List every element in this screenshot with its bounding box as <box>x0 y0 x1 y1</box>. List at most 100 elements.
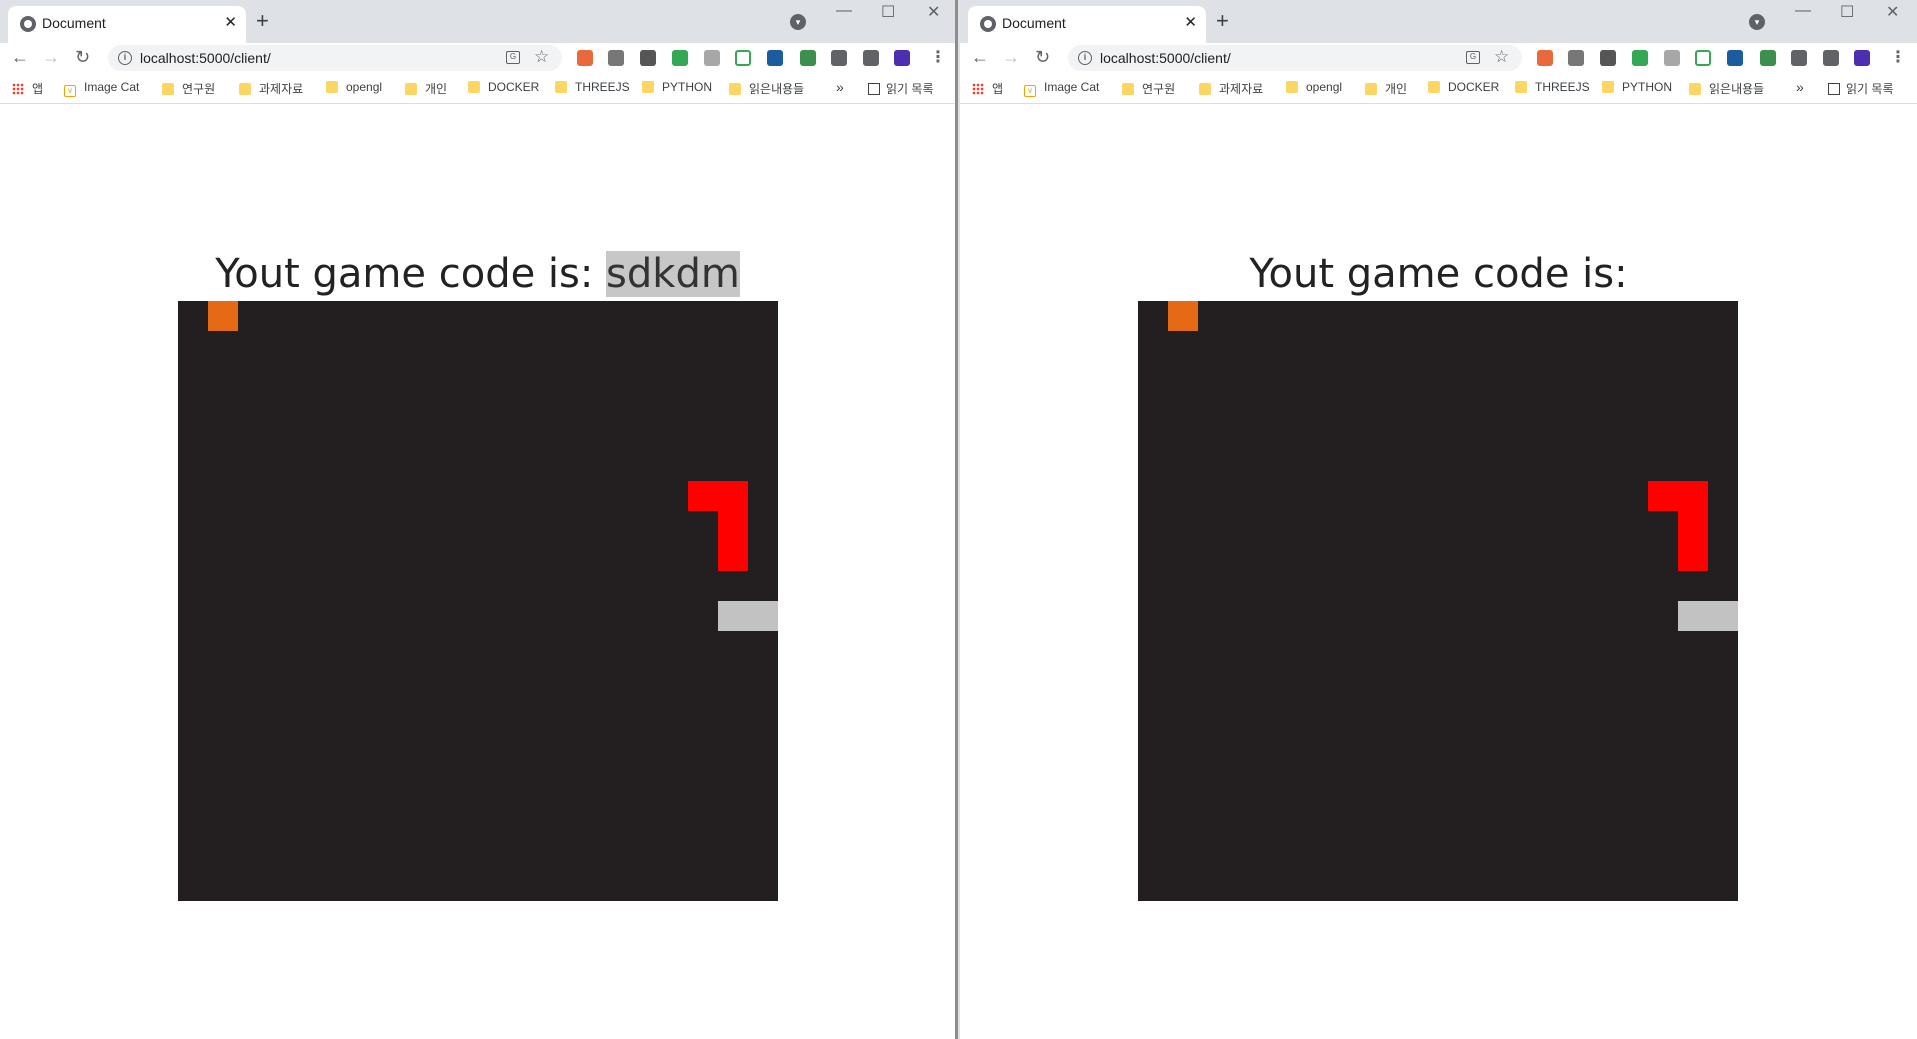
game-board <box>1138 301 1738 901</box>
address-bar[interactable]: i localhost:5000/client/ G ☆ <box>108 45 562 71</box>
bookmark-folder[interactable]: PYTHON <box>642 80 712 98</box>
game-code[interactable]: sdkdm <box>606 251 740 297</box>
translate-icon[interactable]: G <box>506 51 520 64</box>
extension-tiz-icon[interactable] <box>894 50 910 66</box>
folder-icon <box>729 83 741 95</box>
more-bookmarks-icon[interactable]: » <box>1796 79 1804 95</box>
reload-icon[interactable]: ↻ <box>1035 45 1050 69</box>
desktop: Document ✕ + ▾ — ☐ ✕ ← → ↻ i localhost:5… <box>0 0 1917 1039</box>
player2-snake-segment <box>1678 601 1708 631</box>
back-arrow-icon[interactable]: ← <box>11 45 29 69</box>
close-tab-icon[interactable]: ✕ <box>224 13 237 33</box>
bookmark-folder[interactable]: opengl <box>1286 80 1342 98</box>
extension-info-icon[interactable] <box>1600 50 1616 66</box>
extension-green-icon[interactable] <box>672 50 688 66</box>
extension-tv-icon[interactable] <box>735 50 751 66</box>
bookmark-folder[interactable]: DOCKER <box>468 80 539 98</box>
extension-italic-icon[interactable] <box>1568 50 1584 66</box>
bookmark-apps[interactable]: 앱 <box>12 80 43 98</box>
extension-ex-icon[interactable] <box>577 50 593 66</box>
maximize-icon[interactable]: ☐ <box>1840 2 1854 22</box>
tab-search-icon[interactable]: ▾ <box>790 14 806 30</box>
close-window-icon[interactable]: ✕ <box>927 2 940 22</box>
puzzle-extensions-icon[interactable] <box>1791 50 1807 66</box>
extension-screen-icon[interactable] <box>1664 50 1680 66</box>
bookmark-apps[interactable]: 앱 <box>972 80 1003 98</box>
media-list-icon[interactable] <box>863 50 879 66</box>
folder-icon <box>1365 83 1377 95</box>
bookmark-folder[interactable]: 읽은내용들 <box>1689 80 1764 98</box>
url-text: localhost:5000/client/ <box>140 50 271 66</box>
star-bookmark-icon[interactable]: ☆ <box>1494 47 1509 67</box>
address-bar[interactable]: i localhost:5000/client/ G ☆ <box>1068 45 1522 71</box>
bookmarks-bar: 앱 v Image Cat 연구원 과제자료 opengl 개인 DOCKER T… <box>0 74 955 104</box>
translate-icon[interactable]: G <box>1466 51 1480 64</box>
apps-grid-icon <box>12 83 24 95</box>
maximize-icon[interactable]: ☐ <box>881 2 895 22</box>
toolbar: ← → ↻ i localhost:5000/client/ G ☆ ⋮ <box>960 43 1917 73</box>
tab-document[interactable]: Document ✕ <box>8 6 246 43</box>
folder-icon <box>555 81 567 93</box>
info-icon[interactable]: i <box>1078 51 1092 65</box>
extension-tv-icon[interactable] <box>1695 50 1711 66</box>
extension-italic-icon[interactable] <box>608 50 624 66</box>
bookmark-image-cat[interactable]: v Image Cat <box>1024 80 1099 98</box>
new-tab-button[interactable]: + <box>1216 9 1229 33</box>
player1-snake-segment <box>718 481 748 511</box>
reading-list-button[interactable]: 읽기 목록 <box>1828 80 1894 98</box>
media-list-icon[interactable] <box>1823 50 1839 66</box>
extension-pen-icon[interactable] <box>800 50 816 66</box>
bookmark-folder[interactable]: opengl <box>326 80 382 98</box>
reload-icon[interactable]: ↻ <box>75 45 90 69</box>
player2-snake-segment <box>748 601 778 631</box>
tab-document[interactable]: Document ✕ <box>968 6 1206 43</box>
game-code-heading: Yout game code is: <box>1249 251 1628 297</box>
extension-tiz-icon[interactable] <box>1854 50 1870 66</box>
bookmark-folder[interactable]: 연구원 <box>162 80 215 98</box>
page-content: Yout game code is: <box>960 105 1917 1039</box>
bookmark-folder[interactable]: PYTHON <box>1602 80 1672 98</box>
bookmark-folder[interactable]: THREEJS <box>555 80 630 98</box>
kebab-menu-icon[interactable]: ⋮ <box>1890 47 1906 67</box>
globe-icon <box>20 16 36 32</box>
bookmark-folder[interactable]: 개인 <box>405 80 447 98</box>
kebab-menu-icon[interactable]: ⋮ <box>930 47 946 67</box>
minimize-icon[interactable]: — <box>836 2 852 20</box>
extension-book-icon[interactable] <box>767 50 783 66</box>
forward-arrow-icon[interactable]: → <box>1002 45 1020 69</box>
reading-list-button[interactable]: 읽기 목록 <box>868 80 934 98</box>
bookmark-folder[interactable]: THREEJS <box>1515 80 1590 98</box>
extension-green-icon[interactable] <box>1632 50 1648 66</box>
bookmark-folder[interactable]: DOCKER <box>1428 80 1499 98</box>
tab-search-icon[interactable]: ▾ <box>1749 14 1765 30</box>
bookmark-folder[interactable]: 과제자료 <box>239 80 303 98</box>
folder-icon <box>162 83 174 95</box>
more-bookmarks-icon[interactable]: » <box>836 79 844 95</box>
folder-icon <box>1428 81 1440 93</box>
close-window-icon[interactable]: ✕ <box>1886 2 1899 22</box>
extension-screen-icon[interactable] <box>704 50 720 66</box>
new-tab-button[interactable]: + <box>256 9 269 33</box>
forward-arrow-icon[interactable]: → <box>42 45 60 69</box>
folder-icon <box>239 83 251 95</box>
image-cat-icon: v <box>1024 85 1036 97</box>
url-text: localhost:5000/client/ <box>1100 50 1231 66</box>
player2-snake-segment <box>718 601 748 631</box>
extension-ex-icon[interactable] <box>1537 50 1553 66</box>
close-tab-icon[interactable]: ✕ <box>1184 13 1197 33</box>
minimize-icon[interactable]: — <box>1795 2 1811 20</box>
extension-pen-icon[interactable] <box>1760 50 1776 66</box>
player1-snake-segment <box>1678 541 1708 571</box>
bookmark-image-cat[interactable]: v Image Cat <box>64 80 139 98</box>
puzzle-extensions-icon[interactable] <box>831 50 847 66</box>
info-icon[interactable]: i <box>118 51 132 65</box>
bookmarks-bar: 앱 v Image Cat 연구원 과제자료 opengl 개인 DOCKER T… <box>960 74 1917 104</box>
back-arrow-icon[interactable]: ← <box>971 45 989 69</box>
bookmark-folder[interactable]: 개인 <box>1365 80 1407 98</box>
extension-info-icon[interactable] <box>640 50 656 66</box>
star-bookmark-icon[interactable]: ☆ <box>534 47 549 67</box>
bookmark-folder[interactable]: 연구원 <box>1122 80 1175 98</box>
extension-book-icon[interactable] <box>1727 50 1743 66</box>
bookmark-folder[interactable]: 읽은내용들 <box>729 80 804 98</box>
bookmark-folder[interactable]: 과제자료 <box>1199 80 1263 98</box>
